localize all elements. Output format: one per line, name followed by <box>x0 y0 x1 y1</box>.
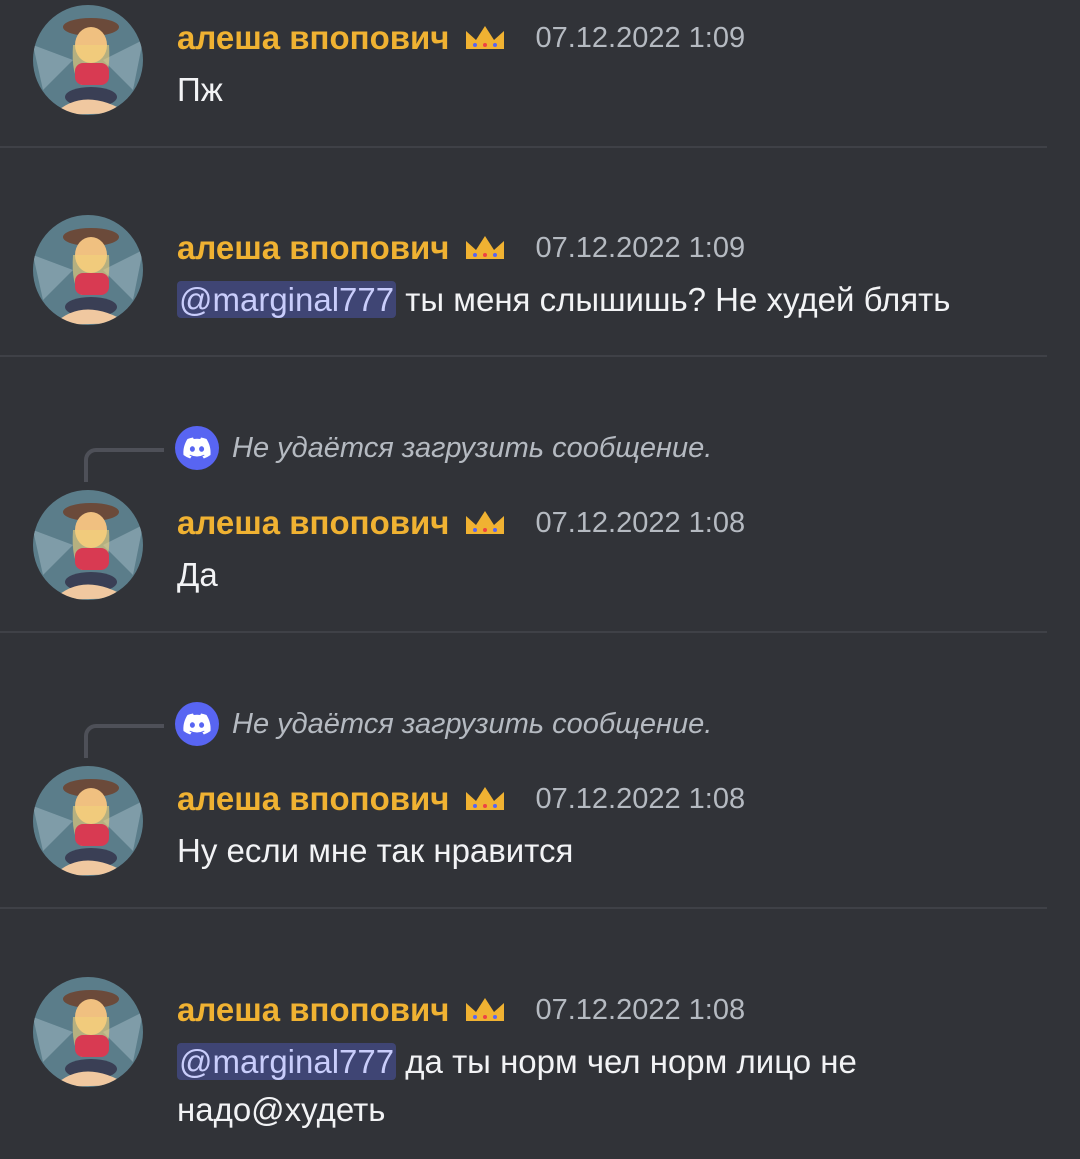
message-header: алеша впопович 07.12.2022 1:09 <box>177 226 745 270</box>
crown-icon <box>463 784 507 814</box>
message-timestamp: 07.12.2022 1:08 <box>535 782 746 815</box>
user-mention[interactable]: @marginal777 <box>177 281 397 318</box>
user-avatar[interactable] <box>33 215 143 325</box>
reply-spine <box>84 724 164 758</box>
crown-icon <box>463 23 507 53</box>
user-avatar[interactable] <box>33 977 143 1087</box>
message-text: Ну если мне так нравится <box>177 832 574 869</box>
reply-preview[interactable]: Не удаётся загрузить сообщение. <box>0 696 1080 758</box>
crown-icon <box>463 995 507 1025</box>
username[interactable]: алеша впопович <box>177 19 449 57</box>
user-mention[interactable]: @marginal777 <box>177 1043 397 1080</box>
message-text: Да <box>177 556 218 593</box>
message-text: Пж <box>177 71 223 108</box>
user-avatar[interactable] <box>33 490 143 600</box>
user-avatar[interactable] <box>33 5 143 115</box>
reply-preview[interactable]: Не удаётся загрузить сообщение. <box>0 420 1080 482</box>
message-divider <box>0 355 1047 357</box>
message-timestamp: 07.12.2022 1:08 <box>535 506 746 539</box>
discord-logo-icon <box>175 426 219 470</box>
user-avatar[interactable] <box>33 766 143 876</box>
discord-logo-icon <box>175 702 219 746</box>
crown-icon <box>463 233 507 263</box>
message-header: алеша впопович 07.12.2022 1:09 <box>177 16 745 60</box>
message-divider <box>0 907 1047 909</box>
username[interactable]: алеша впопович <box>177 229 449 267</box>
message-content: Ну если мне так нравится <box>177 827 1037 875</box>
reply-unavailable-text[interactable]: Не удаётся загрузить сообщение. <box>232 426 712 470</box>
message-text: ты меня слышишь? Не худей блять <box>396 281 951 318</box>
message-timestamp: 07.12.2022 1:09 <box>535 21 746 54</box>
message-timestamp: 07.12.2022 1:09 <box>535 231 746 264</box>
message-content: @marginal777 да ты норм чел норм лицо не… <box>177 1038 937 1134</box>
message-divider <box>0 631 1047 633</box>
message-content: Да <box>177 551 1037 599</box>
message-header: алеша впопович 07.12.2022 1:08 <box>177 988 745 1032</box>
message-content: Пж <box>177 66 1037 114</box>
reply-unavailable-text[interactable]: Не удаётся загрузить сообщение. <box>232 702 712 746</box>
username[interactable]: алеша впопович <box>177 504 449 542</box>
crown-icon <box>463 508 507 538</box>
username[interactable]: алеша впопович <box>177 991 449 1029</box>
reply-spine <box>84 448 164 482</box>
message-header: алеша впопович 07.12.2022 1:08 <box>177 501 745 545</box>
username[interactable]: алеша впопович <box>177 780 449 818</box>
message-divider <box>0 146 1047 148</box>
message-content: @marginal777 ты меня слышишь? Не худей б… <box>177 276 1037 324</box>
message-header: алеша впопович 07.12.2022 1:08 <box>177 777 745 821</box>
message-timestamp: 07.12.2022 1:08 <box>535 993 746 1026</box>
